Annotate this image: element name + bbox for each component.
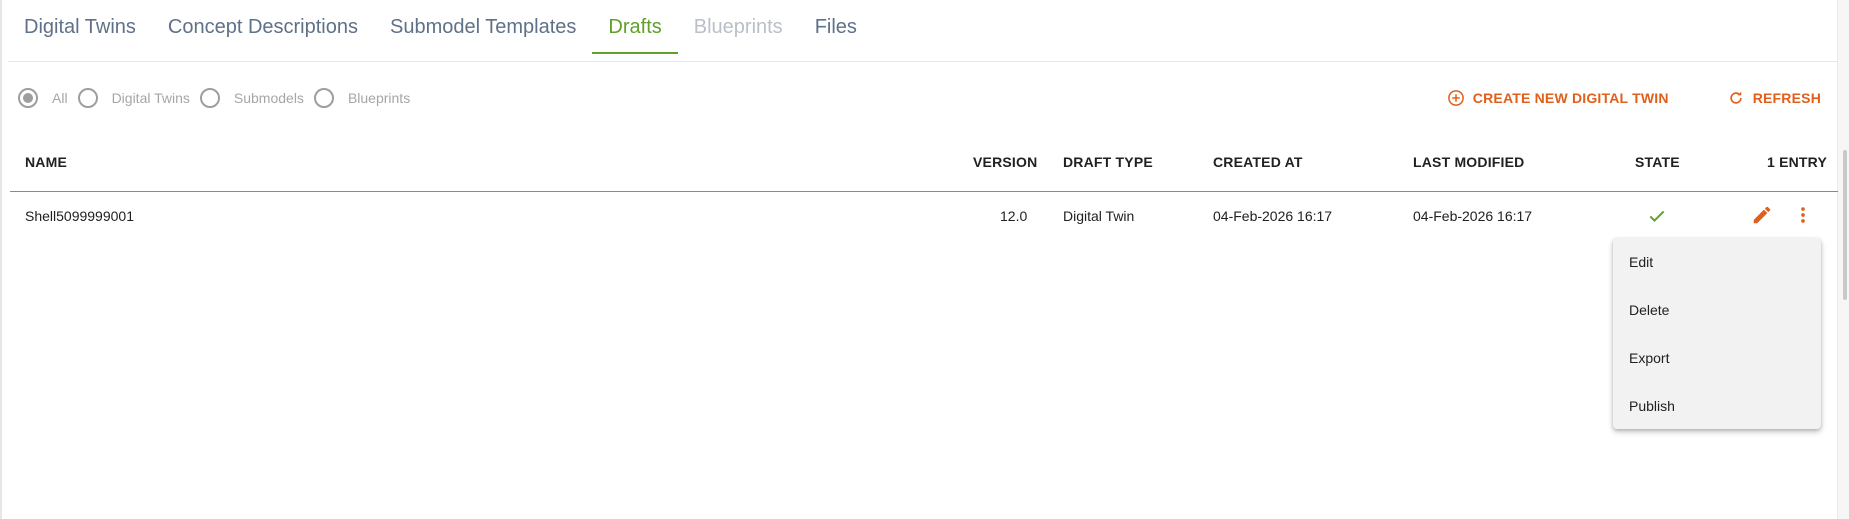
radio-unselected-icon[interactable] — [199, 88, 220, 108]
vertical-scrollbar[interactable] — [1837, 0, 1849, 519]
edit-pencil-icon[interactable] — [1751, 204, 1773, 231]
scrollbar-thumb[interactable] — [1843, 150, 1847, 300]
column-header-last-modified[interactable]: LAST MODIFIED — [1413, 154, 1524, 170]
tab-label: Digital Twins — [24, 15, 136, 38]
tab-submodel-templates[interactable]: Submodel Templates — [374, 0, 592, 54]
refresh-button[interactable]: REFRESH — [1727, 89, 1821, 107]
cell-name: Shell5099999001 — [25, 208, 134, 224]
menu-item-delete[interactable]: Delete — [1613, 286, 1821, 334]
create-button-label: CREATE NEW DIGITAL TWIN — [1472, 90, 1669, 106]
table-header: NAME VERSION DRAFT TYPE CREATED AT LAST … — [10, 138, 1838, 192]
cell-last-modified: 04-Feb-2026 16:17 — [1413, 208, 1533, 224]
menu-item-export[interactable]: Export — [1613, 334, 1821, 382]
tab-label: Submodel Templates — [390, 15, 577, 38]
refresh-icon — [1730, 91, 1742, 104]
tab-files[interactable]: Files — [799, 0, 873, 54]
column-header-state[interactable]: STATE — [1635, 154, 1680, 170]
cell-draft-type: Digital Twin — [1063, 208, 1135, 224]
add-circle-icon — [1447, 90, 1464, 106]
filter-radio-blueprints[interactable]: Blueprints — [313, 88, 411, 108]
main-tabs: Digital Twins Concept Descriptions Submo… — [8, 0, 1838, 62]
filter-radio-submodels[interactable]: Submodels — [199, 88, 304, 108]
check-icon — [1647, 206, 1667, 231]
filter-radio-all[interactable]: All — [18, 88, 68, 108]
tab-label: Files — [814, 15, 857, 38]
draft-type-filter: All Digital Twins Submodels Blueprints — [18, 86, 420, 110]
menu-item-label: Export — [1629, 350, 1670, 366]
filter-label: Digital Twins — [111, 90, 190, 106]
tab-label: Blueprints — [693, 15, 783, 38]
menu-item-label: Publish — [1629, 398, 1675, 414]
filter-label: Submodels — [233, 90, 304, 106]
cell-created-at: 04-Feb-2026 16:17 — [1213, 208, 1333, 224]
filter-radio-digital-twins[interactable]: Digital Twins — [77, 88, 190, 108]
column-header-name[interactable]: NAME — [25, 154, 67, 170]
toolbar-actions: CREATE NEW DIGITAL TWIN REFRESH — [1389, 86, 1821, 110]
column-header-created-at[interactable]: CREATED AT — [1213, 154, 1303, 170]
menu-item-label: Delete — [1629, 302, 1670, 318]
refresh-button-label: REFRESH — [1752, 90, 1821, 106]
tab-concept-descriptions[interactable]: Concept Descriptions — [152, 0, 374, 54]
tab-drafts[interactable]: Drafts — [592, 0, 679, 54]
menu-item-label: Edit — [1629, 254, 1654, 270]
column-header-draft-type[interactable]: DRAFT TYPE — [1063, 154, 1153, 170]
radio-selected-icon[interactable] — [18, 88, 38, 108]
menu-item-edit[interactable]: Edit — [1613, 238, 1821, 286]
drafts-table: NAME VERSION DRAFT TYPE CREATED AT LAST … — [10, 138, 1838, 244]
tab-label: Drafts — [608, 15, 662, 38]
tab-label: Concept Descriptions — [167, 15, 358, 38]
tab-blueprints: Blueprints — [678, 0, 799, 54]
radio-unselected-icon[interactable] — [77, 88, 98, 108]
menu-item-publish[interactable]: Publish — [1613, 382, 1821, 430]
cell-version: 12.0 — [1000, 208, 1028, 224]
create-new-digital-twin-button[interactable]: CREATE NEW DIGITAL TWIN — [1447, 89, 1669, 107]
left-border — [0, 0, 2, 519]
radio-unselected-icon[interactable] — [313, 88, 334, 108]
filter-label: Blueprints — [347, 90, 411, 106]
column-header-version[interactable]: VERSION — [973, 154, 1037, 170]
drafts-page: Digital Twins Concept Descriptions Submo… — [0, 0, 1849, 519]
tab-digital-twins[interactable]: Digital Twins — [8, 0, 152, 54]
entry-count: 1 ENTRY — [1767, 154, 1828, 170]
filter-label: All — [52, 90, 68, 106]
table-row[interactable]: Shell5099999001 12.0 Digital Twin 04-Feb… — [10, 192, 1838, 244]
row-context-menu: Edit Delete Export Publish — [1613, 238, 1821, 429]
more-vertical-icon[interactable] — [1792, 204, 1814, 231]
